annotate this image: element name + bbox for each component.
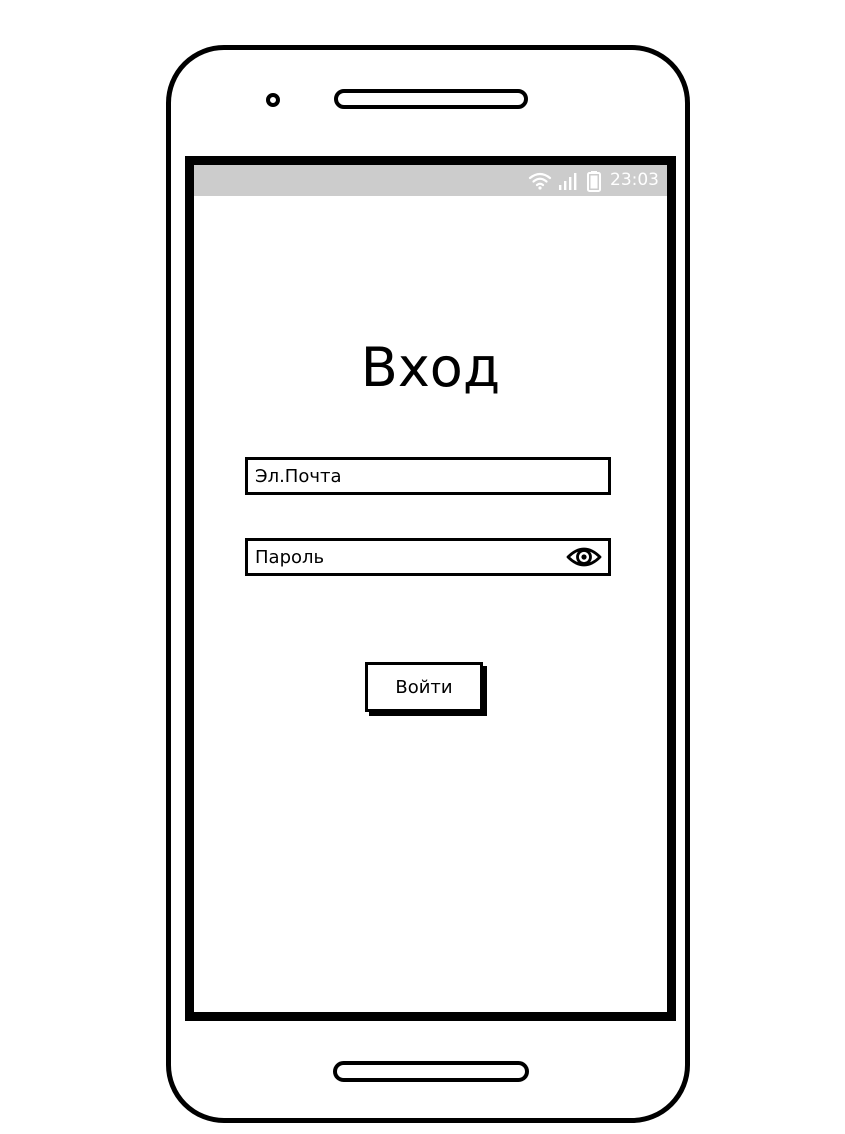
status-bar: 23:03 <box>194 165 667 196</box>
status-time: 23:03 <box>610 170 659 190</box>
battery-icon <box>586 170 602 192</box>
eye-icon[interactable] <box>564 542 604 572</box>
email-placeholder: Эл.Почта <box>255 465 342 487</box>
page-title: Вход <box>360 336 501 399</box>
password-field[interactable]: Пароль <box>245 538 611 576</box>
signal-icon <box>558 171 580 191</box>
wifi-icon <box>528 171 552 191</box>
login-button[interactable]: Войти <box>365 662 483 712</box>
earpiece-speaker <box>334 89 528 109</box>
phone-screen: 23:03 Вход Эл.Почта Пароль Войти <box>185 156 676 1021</box>
home-button[interactable] <box>333 1061 529 1082</box>
password-placeholder: Пароль <box>255 546 325 568</box>
email-field[interactable]: Эл.Почта <box>245 457 611 495</box>
front-camera <box>266 93 280 107</box>
